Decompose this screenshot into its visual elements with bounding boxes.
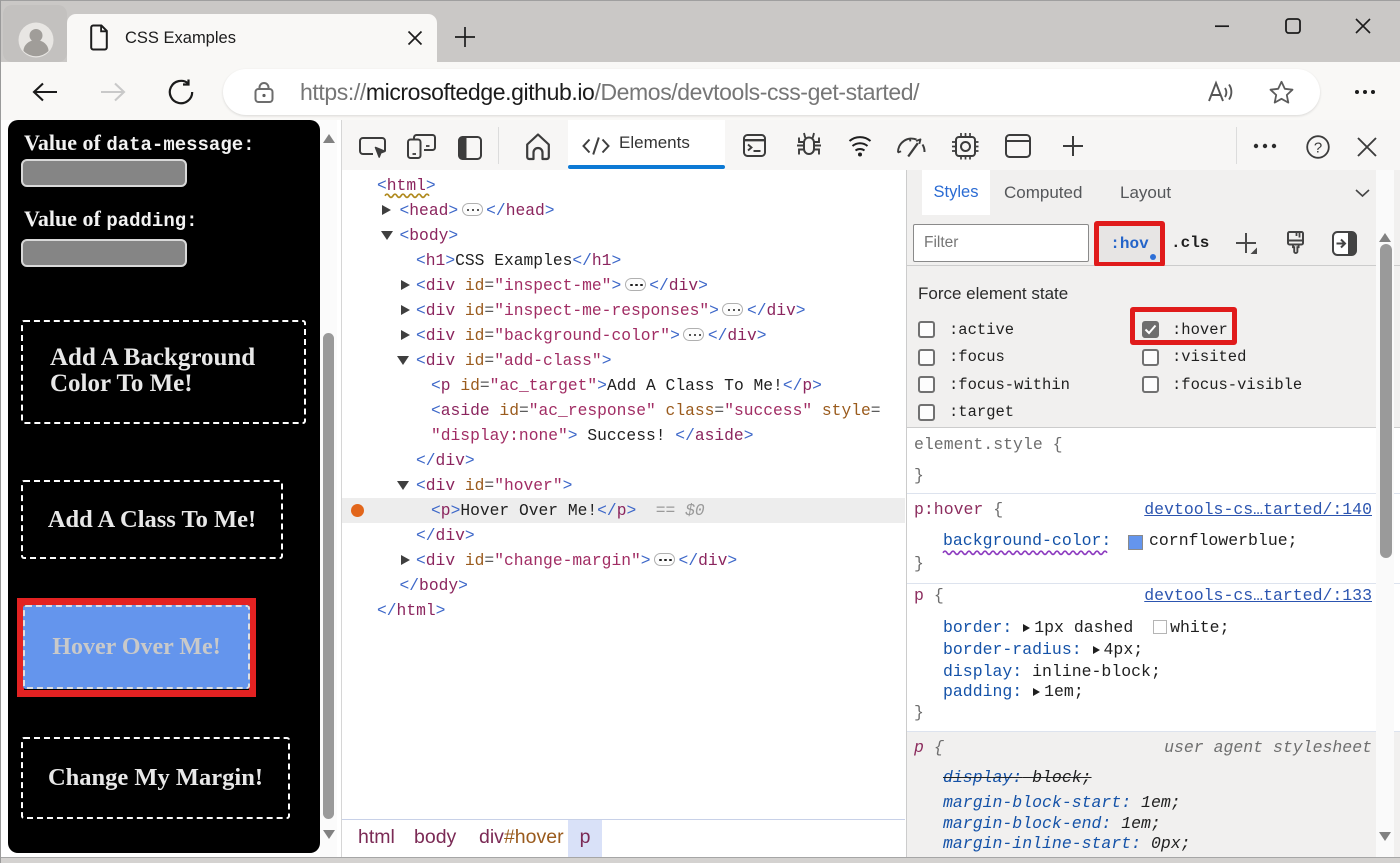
svg-text:?: ? [1314, 140, 1322, 157]
